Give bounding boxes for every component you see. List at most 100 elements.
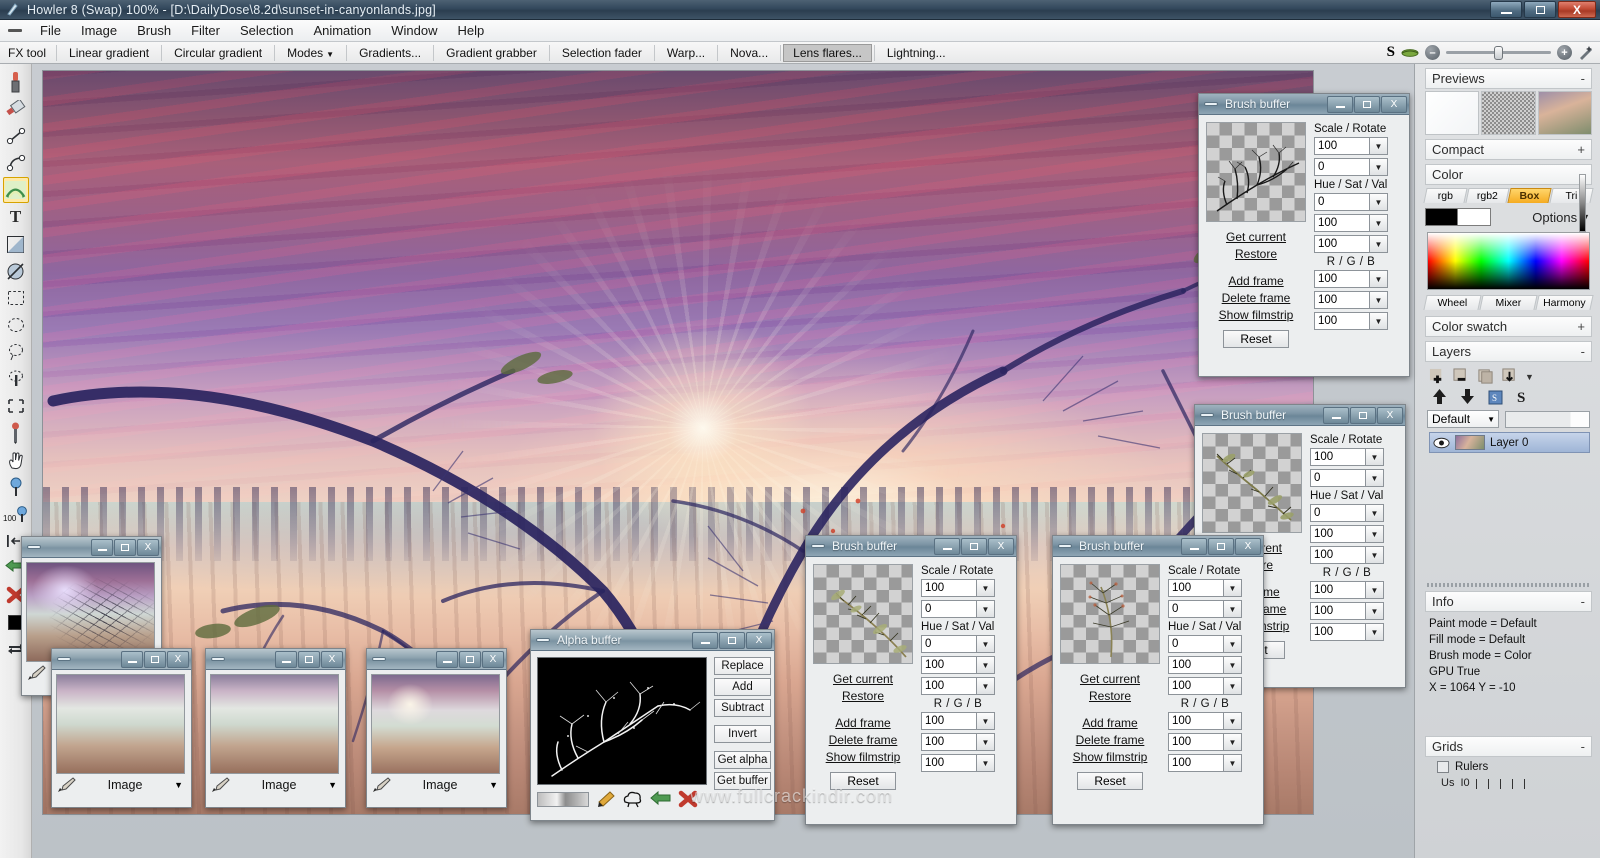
color-swatch-expand-icon[interactable]: + <box>1577 319 1585 334</box>
brush-buffer-1-thumbnail[interactable] <box>1206 122 1306 222</box>
chevron-down-icon[interactable]: ▼ <box>976 733 995 751</box>
window-menu-icon[interactable] <box>1204 102 1218 106</box>
brush-buffer-3-titlebar[interactable]: Brush buffer X <box>1053 536 1263 557</box>
layer-row-0[interactable]: Layer 0 <box>1429 432 1590 453</box>
close-button[interactable]: X <box>137 539 159 556</box>
rotate-value[interactable]: 0 <box>1314 158 1369 176</box>
image-window-3-titlebar[interactable]: X <box>206 649 345 670</box>
nova-button[interactable]: Nova... <box>720 44 778 62</box>
image-window-2-preview[interactable] <box>56 674 185 774</box>
eye-icon[interactable] <box>1433 437 1450 449</box>
tab-tri[interactable]: Tri <box>1549 188 1593 203</box>
red-spinner[interactable]: 100▼ <box>921 712 995 730</box>
val-value[interactable]: 100 <box>1314 235 1369 253</box>
green-value[interactable]: 100 <box>1168 733 1223 751</box>
blue-value[interactable]: 100 <box>1310 623 1365 641</box>
green-value[interactable]: 100 <box>921 733 976 751</box>
scale-spinner[interactable]: 100▼ <box>921 579 995 597</box>
delete-layer-icon[interactable] <box>1453 368 1470 385</box>
foreground-color-swatch[interactable] <box>1425 208 1458 226</box>
replace-button[interactable]: Replace <box>714 657 771 675</box>
info-collapse-icon[interactable]: - <box>1581 594 1585 609</box>
chevron-down-icon[interactable]: ▼ <box>1369 312 1388 330</box>
blue-value[interactable]: 100 <box>1168 754 1223 772</box>
lasso-select-tool[interactable] <box>3 339 29 365</box>
gradient-grabber-button[interactable]: Gradient grabber <box>436 44 547 62</box>
close-button[interactable]: X <box>167 651 189 668</box>
zoom-slider-knob[interactable] <box>1494 46 1503 60</box>
show-filmstrip-link[interactable]: Show filmstrip <box>1206 308 1306 322</box>
image-window-3-preview[interactable] <box>210 674 339 774</box>
add-frame-link[interactable]: Add frame <box>1060 716 1160 730</box>
get-current-link[interactable]: Get current <box>813 672 913 686</box>
chevron-down-icon[interactable]: ▼ <box>1365 469 1384 487</box>
chevron-down-icon[interactable]: ▼ <box>976 677 995 695</box>
minimize-button[interactable] <box>91 539 113 556</box>
scale-value[interactable]: 100 <box>921 579 976 597</box>
image-window-1-titlebar[interactable]: X <box>22 537 161 558</box>
blue-spinner[interactable]: 100▼ <box>1310 623 1384 641</box>
close-button[interactable]: X <box>1381 96 1407 113</box>
blue-spinner[interactable]: 100▼ <box>1314 312 1388 330</box>
window-menu-icon[interactable] <box>211 657 225 661</box>
zoom-in-button[interactable]: + <box>1557 45 1572 60</box>
magic-wand-tool[interactable] <box>3 366 29 392</box>
menu-window[interactable]: Window <box>381 21 447 40</box>
invert-button[interactable]: Invert <box>714 725 771 743</box>
brush-buffer-1-titlebar[interactable]: Brush buffer X <box>1199 94 1409 115</box>
chevron-down-icon[interactable]: ▼ <box>1369 214 1388 232</box>
hue-spinner[interactable]: 0▼ <box>1310 504 1384 522</box>
sat-spinner[interactable]: 100▼ <box>921 656 995 674</box>
get-current-link[interactable]: Get current <box>1206 230 1306 244</box>
sat-value[interactable]: 100 <box>1314 214 1369 232</box>
blue-spinner[interactable]: 100▼ <box>1168 754 1242 772</box>
window-menu-icon[interactable] <box>1058 544 1072 548</box>
add-button[interactable]: Add <box>714 678 771 696</box>
chevron-down-icon[interactable]: ▼ <box>1223 754 1242 772</box>
chevron-down-icon[interactable]: ▼ <box>1365 623 1384 641</box>
chevron-down-icon[interactable]: ▼ <box>1223 677 1242 695</box>
maximize-button[interactable] <box>459 651 481 668</box>
val-spinner[interactable]: 100▼ <box>921 677 995 695</box>
preview-thumb-3[interactable] <box>1538 91 1592 135</box>
val-value[interactable]: 100 <box>1168 677 1223 695</box>
minimize-button[interactable] <box>934 538 960 555</box>
red-spinner[interactable]: 100▼ <box>1168 712 1242 730</box>
close-button[interactable]: X <box>1235 538 1261 555</box>
restore-link[interactable]: Restore <box>813 689 913 703</box>
delete-frame-link[interactable]: Delete frame <box>1206 291 1306 305</box>
info-panel-header[interactable]: Info - <box>1425 591 1592 612</box>
menu-filter[interactable]: Filter <box>181 21 230 40</box>
chevron-down-icon[interactable]: ▼ <box>1369 291 1388 309</box>
get-buffer-button[interactable]: Get buffer <box>714 772 771 790</box>
window-menu-icon[interactable] <box>536 638 550 642</box>
alpha-buffer-preview[interactable] <box>537 657 707 785</box>
sat-value[interactable]: 100 <box>1168 656 1223 674</box>
chevron-down-icon[interactable]: ▼ <box>1365 525 1384 543</box>
get-alpha-button[interactable]: Get alpha <box>714 751 771 769</box>
window-menu-icon[interactable] <box>811 544 825 548</box>
scale-spinner[interactable]: 100▼ <box>1310 448 1384 466</box>
previews-panel-header[interactable]: Previews - <box>1425 68 1592 89</box>
rotate-spinner[interactable]: 0▼ <box>1314 158 1388 176</box>
green-spinner[interactable]: 100▼ <box>1314 291 1388 309</box>
layer-opacity-slider[interactable] <box>1505 411 1590 428</box>
menu-brush[interactable]: Brush <box>127 21 181 40</box>
chevron-down-icon[interactable]: ▼ <box>1369 137 1388 155</box>
scale-value[interactable]: 100 <box>1168 579 1223 597</box>
hue-value[interactable]: 0 <box>921 635 976 653</box>
hue-value[interactable]: 0 <box>1310 504 1365 522</box>
window-menu-icon[interactable] <box>27 545 41 549</box>
scale-spinner[interactable]: 100▼ <box>1168 579 1242 597</box>
scale-value[interactable]: 100 <box>1314 137 1369 155</box>
crop-tool[interactable] <box>3 393 29 419</box>
rotate-spinner[interactable]: 0▼ <box>1168 600 1242 618</box>
image-window-1-preview[interactable] <box>26 562 155 662</box>
image-window-4-preview[interactable] <box>371 674 500 774</box>
window-menu-icon[interactable] <box>57 657 71 661</box>
close-button[interactable]: X <box>988 538 1014 555</box>
menu-image[interactable]: Image <box>71 21 127 40</box>
compact-expand-icon[interactable]: + <box>1577 142 1585 157</box>
brush-buffer-window-3[interactable]: Brush buffer X <box>1052 535 1264 825</box>
chevron-down-icon[interactable]: ▼ <box>1223 733 1242 751</box>
